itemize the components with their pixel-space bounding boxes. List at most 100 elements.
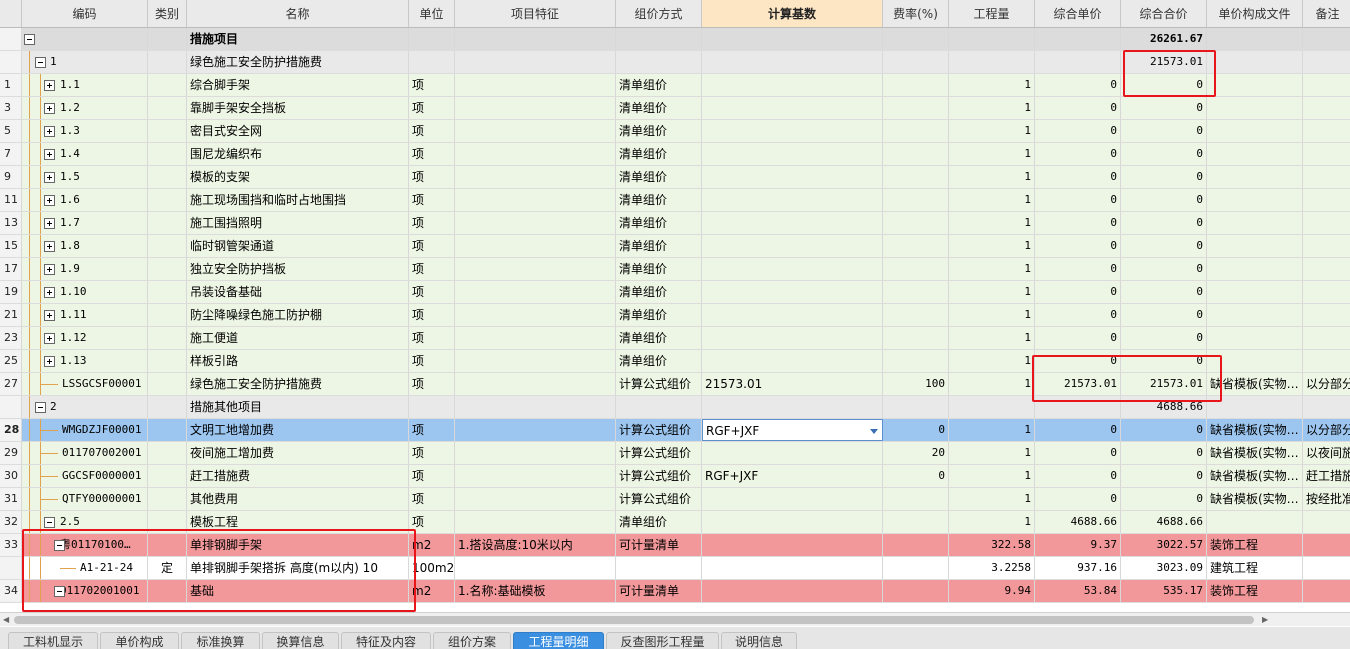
- cell-pricing-method[interactable]: 计算公式组价: [616, 442, 702, 464]
- cell-unit[interactable]: m2: [409, 580, 455, 602]
- table-row[interactable]: 31 QTFY00000001 其他费用 项 计算公式组价 1 0 0 缺省模板(实物… 按经批准: [0, 488, 1350, 511]
- cell-remark[interactable]: [1303, 74, 1350, 96]
- cell-unit-price[interactable]: 0: [1035, 281, 1121, 303]
- cell-quantity[interactable]: 1: [949, 350, 1035, 372]
- cell-code[interactable]: 1.13: [22, 350, 148, 372]
- cell-price-file[interactable]: [1207, 143, 1303, 165]
- column-header-remark[interactable]: 备注: [1303, 0, 1350, 27]
- cell-feature[interactable]: [455, 465, 616, 487]
- cell-pricing-method[interactable]: 清单组价: [616, 258, 702, 280]
- cell-total-price[interactable]: 0: [1121, 120, 1207, 142]
- cell-total-price[interactable]: 0: [1121, 74, 1207, 96]
- cell-code[interactable]: 1.11: [22, 304, 148, 326]
- table-row[interactable]: 2 措施其他项目 4688.66: [0, 396, 1350, 419]
- cell-quantity[interactable]: 1: [949, 120, 1035, 142]
- cell-feature[interactable]: [455, 304, 616, 326]
- cell-feature[interactable]: [455, 511, 616, 533]
- cell-category[interactable]: [148, 327, 187, 349]
- cell-quantity[interactable]: 1: [949, 258, 1035, 280]
- cell-category[interactable]: [148, 396, 187, 418]
- cell-unit-price[interactable]: 0: [1035, 166, 1121, 188]
- cell-pricing-method[interactable]: 清单组价: [616, 212, 702, 234]
- cell-pricing-method[interactable]: 清单组价: [616, 304, 702, 326]
- table-row[interactable]: 34 011702001001 基础 m2 1.名称:基础模板 可计量清单 9.94 53.8…: [0, 580, 1350, 603]
- cell-quantity[interactable]: 1: [949, 281, 1035, 303]
- cell-pricing-method[interactable]: [616, 28, 702, 50]
- cell-code[interactable]: 1.9: [22, 258, 148, 280]
- cell-name[interactable]: 吊装设备基础: [187, 281, 409, 303]
- cell-price-file[interactable]: [1207, 350, 1303, 372]
- cell-calc-base[interactable]: [702, 488, 883, 510]
- scroll-left-icon[interactable]: ◀: [3, 615, 9, 624]
- cell-unit[interactable]: 项: [409, 235, 455, 257]
- cell-unit[interactable]: 项: [409, 281, 455, 303]
- cell-category[interactable]: [148, 419, 187, 441]
- tab-2[interactable]: 标准换算: [181, 632, 260, 649]
- cell-calc-base[interactable]: RGF+JXF: [702, 419, 883, 441]
- cell-category[interactable]: [148, 74, 187, 96]
- cell-feature[interactable]: [455, 51, 616, 73]
- cell-unit[interactable]: 项: [409, 166, 455, 188]
- table-row[interactable]: 25 1.13 样板引路 项 清单组价 1 0 0: [0, 350, 1350, 373]
- collapse-icon[interactable]: [44, 517, 55, 528]
- cell-unit-price[interactable]: 0: [1035, 74, 1121, 96]
- column-header-calc-base[interactable]: 计算基数: [702, 0, 883, 27]
- table-row[interactable]: A1-21-24 定 单排钢脚手架搭拆 高度(m以内) 10 100m2 3.2258 9…: [0, 557, 1350, 580]
- expand-icon[interactable]: [44, 241, 55, 252]
- cell-rate[interactable]: [883, 396, 949, 418]
- cell-feature[interactable]: [455, 442, 616, 464]
- cell-total-price[interactable]: 0: [1121, 143, 1207, 165]
- cell-price-file[interactable]: [1207, 281, 1303, 303]
- collapse-icon[interactable]: [54, 540, 65, 551]
- cell-quantity[interactable]: 1: [949, 304, 1035, 326]
- cell-price-file[interactable]: [1207, 396, 1303, 418]
- cell-category[interactable]: [148, 97, 187, 119]
- cell-name[interactable]: 赶工措施费: [187, 465, 409, 487]
- cell-price-file[interactable]: 缺省模板(实物…: [1207, 419, 1303, 441]
- cell-code[interactable]: 1.12: [22, 327, 148, 349]
- cell-code[interactable]: 1.5: [22, 166, 148, 188]
- cell-remark[interactable]: 以分部分: [1303, 373, 1350, 395]
- expand-icon[interactable]: [44, 195, 55, 206]
- expand-icon[interactable]: [44, 172, 55, 183]
- cell-calc-base[interactable]: [702, 442, 883, 464]
- table-row[interactable]: 15 1.8 临时钢管架通道 项 清单组价 1 0 0: [0, 235, 1350, 258]
- cell-pricing-method[interactable]: 计算公式组价: [616, 465, 702, 487]
- cell-rate[interactable]: [883, 258, 949, 280]
- cell-pricing-method[interactable]: 清单组价: [616, 327, 702, 349]
- cell-calc-base[interactable]: [702, 511, 883, 533]
- cell-feature[interactable]: [455, 74, 616, 96]
- cell-total-price[interactable]: 3022.57: [1121, 534, 1207, 556]
- cell-name[interactable]: 措施项目: [187, 28, 409, 50]
- cell-unit[interactable]: 项: [409, 511, 455, 533]
- cell-rate[interactable]: [883, 74, 949, 96]
- cell-remark[interactable]: 以夜间施: [1303, 442, 1350, 464]
- cell-unit-price[interactable]: [1035, 396, 1121, 418]
- cell-category[interactable]: [148, 465, 187, 487]
- cell-rate[interactable]: [883, 97, 949, 119]
- column-header-rate[interactable]: 费率(%): [883, 0, 949, 27]
- tab-5[interactable]: 组价方案: [433, 632, 511, 649]
- cell-name[interactable]: 临时钢管架通道: [187, 235, 409, 257]
- cell-code[interactable]: 1.2: [22, 97, 148, 119]
- cell-price-file[interactable]: [1207, 327, 1303, 349]
- cell-pricing-method[interactable]: 可计量清单: [616, 580, 702, 602]
- cell-name[interactable]: 靠脚手架安全挡板: [187, 97, 409, 119]
- cell-rate[interactable]: [883, 350, 949, 372]
- cell-total-price[interactable]: 26261.67: [1121, 28, 1207, 50]
- cell-rate[interactable]: [883, 120, 949, 142]
- cell-total-price[interactable]: 0: [1121, 281, 1207, 303]
- cell-name[interactable]: 绿色施工安全防护措施费: [187, 51, 409, 73]
- cell-total-price[interactable]: 0: [1121, 442, 1207, 464]
- cell-name[interactable]: 样板引路: [187, 350, 409, 372]
- cell-quantity[interactable]: 1: [949, 419, 1035, 441]
- collapse-icon[interactable]: [35, 57, 46, 68]
- cell-remark[interactable]: [1303, 143, 1350, 165]
- cell-name[interactable]: 施工便道: [187, 327, 409, 349]
- cell-category[interactable]: [148, 350, 187, 372]
- cell-price-file[interactable]: [1207, 51, 1303, 73]
- column-header-total-price[interactable]: 综合合价: [1121, 0, 1207, 27]
- cell-price-file[interactable]: [1207, 235, 1303, 257]
- cell-category[interactable]: [148, 143, 187, 165]
- cell-unit[interactable]: 100m2: [409, 557, 455, 579]
